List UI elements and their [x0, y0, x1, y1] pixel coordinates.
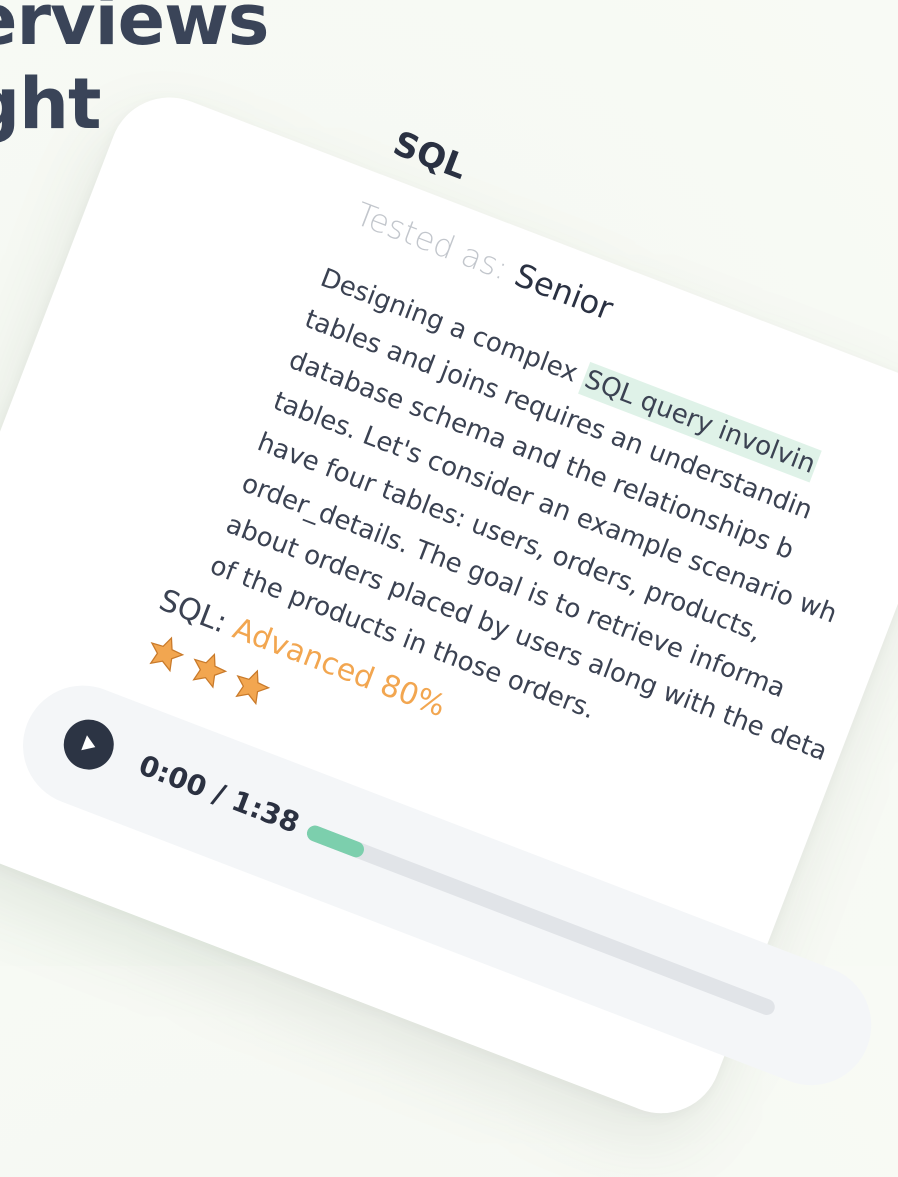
question-description: Designing a complex SQL query involvin ta… — [204, 256, 898, 835]
tested-level: Senior — [509, 255, 619, 328]
playback-time: 0:00 / 1:38 — [134, 748, 304, 840]
card-title: SQL — [387, 123, 473, 188]
play-button[interactable] — [56, 712, 122, 777]
star-icon — [149, 636, 185, 673]
progress-track[interactable] — [304, 823, 778, 1018]
play-icon — [81, 735, 96, 751]
star-icon — [235, 669, 271, 706]
headline-line-1: erviews — [0, 0, 269, 61]
skill-card: SQL Tested as: Senior Designing a comple… — [0, 80, 898, 1131]
progress-fill — [304, 823, 367, 860]
star-icon — [192, 652, 228, 689]
